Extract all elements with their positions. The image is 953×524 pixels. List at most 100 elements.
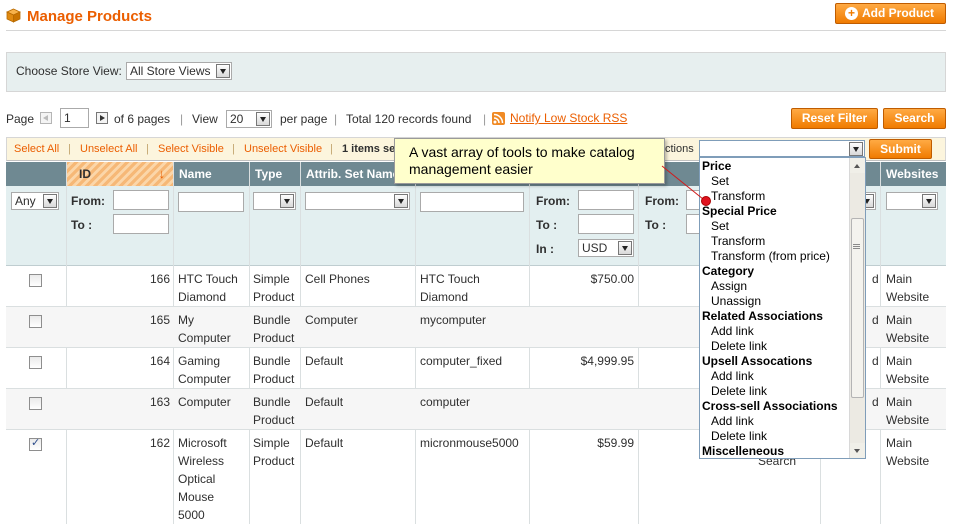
row-id: 163 xyxy=(149,395,170,409)
dropdown-group-label: Upsell Assocations xyxy=(702,354,813,368)
scroll-grip-icon xyxy=(853,244,860,245)
scroll-thumb[interactable] xyxy=(851,218,864,398)
callout-tooltip: A vast array of tools to make catalog ma… xyxy=(394,138,665,184)
row-website: Main Website xyxy=(886,436,930,468)
dropdown-option[interactable]: Delete link xyxy=(700,384,850,399)
row-id: 165 xyxy=(149,313,170,327)
type-filter-select[interactable] xyxy=(253,192,296,210)
store-view-value: All Store Views xyxy=(130,64,211,78)
row-id: 164 xyxy=(149,354,170,368)
price-to-input[interactable] xyxy=(578,214,634,234)
dropdown-option[interactable]: Assign xyxy=(700,279,850,294)
unselect-visible-link[interactable]: Unselect Visible xyxy=(244,143,322,155)
dropdown-option[interactable]: Set xyxy=(700,174,850,189)
attrib-filter-select[interactable] xyxy=(305,192,410,210)
id-to-input[interactable] xyxy=(113,214,169,234)
filter-any-select[interactable]: Any xyxy=(11,192,59,210)
callout-marker xyxy=(701,196,711,206)
chevron-down-icon xyxy=(922,194,936,208)
actions-dropdown-list[interactable]: Price Set Transform Special Price Set Transfo… xyxy=(699,157,866,459)
select-all-link[interactable]: Select All xyxy=(14,143,59,155)
column-header-websites[interactable]: Websites xyxy=(880,162,946,186)
dropdown-option[interactable]: Delete link xyxy=(700,339,850,354)
row-sku: computer_fixed xyxy=(420,354,503,368)
qty-from-label: From: xyxy=(645,194,679,208)
currency-select[interactable]: USD xyxy=(578,239,634,257)
per-page-select[interactable]: 20 xyxy=(226,110,272,128)
mass-separator: | xyxy=(68,143,71,155)
chevron-down-icon xyxy=(394,194,408,208)
notify-low-stock-link[interactable]: Notify Low Stock RSS xyxy=(510,111,627,125)
dropdown-option[interactable]: Delete link xyxy=(700,429,850,444)
search-button[interactable]: Search xyxy=(883,108,946,129)
qty-to-input[interactable] xyxy=(686,214,700,234)
pager-separator: | xyxy=(334,112,338,126)
column-header-name[interactable]: Name xyxy=(173,162,249,186)
submit-button[interactable]: Submit xyxy=(869,139,932,159)
row-checkbox[interactable] xyxy=(29,356,42,369)
row-attrib-set: Computer xyxy=(305,313,358,327)
name-filter-input[interactable] xyxy=(178,192,244,212)
add-product-button[interactable]: + Add Product xyxy=(835,3,946,24)
row-checkbox[interactable] xyxy=(29,397,42,410)
chevron-down-icon xyxy=(216,64,230,78)
chevron-down-icon xyxy=(618,241,632,255)
row-sku: mycomputer xyxy=(420,313,487,327)
row-checkbox[interactable] xyxy=(29,436,42,451)
filter-any-value: Any xyxy=(15,194,36,208)
dropdown-option[interactable]: Transform xyxy=(700,189,850,204)
page-title: Manage Products xyxy=(27,8,153,25)
page-label: Page xyxy=(6,112,35,126)
row-attrib-set: Default xyxy=(305,395,344,409)
per-page-value: 20 xyxy=(230,112,244,126)
row-checkbox[interactable] xyxy=(29,274,42,287)
price-from-input[interactable] xyxy=(578,190,634,210)
dropdown-option[interactable]: Transform (from price) xyxy=(700,249,850,264)
add-product-label: Add Product xyxy=(862,6,934,20)
unselect-all-link[interactable]: Unselect All xyxy=(80,143,137,155)
row-attrib-set: Default xyxy=(305,354,344,368)
total-records: Total 120 records found xyxy=(346,112,472,126)
row-attrib-set: Cell Phones xyxy=(305,272,370,286)
dropdown-group-label: Related Associations xyxy=(702,309,823,323)
column-header-attrib-set[interactable]: Attrib. Set Name xyxy=(300,162,395,186)
row-status: d xyxy=(872,354,879,368)
items-selected-count: 1 items sel xyxy=(342,143,398,155)
row-website: Main Website xyxy=(886,272,930,304)
store-view-select[interactable]: All Store Views xyxy=(126,62,232,80)
actions-select[interactable] xyxy=(699,140,865,157)
id-to-label: To : xyxy=(71,218,93,232)
row-website: Main Website xyxy=(886,313,930,345)
sort-down-icon: ↓ xyxy=(158,166,166,181)
row-sku: micronmouse5000 xyxy=(420,436,519,450)
column-header-id[interactable]: ID ↓ xyxy=(66,162,173,186)
row-attrib-set: Default xyxy=(305,436,344,450)
id-from-input[interactable] xyxy=(113,190,169,210)
select-visible-link[interactable]: Select Visible xyxy=(158,143,224,155)
dropdown-scrollbar[interactable] xyxy=(849,158,865,458)
row-checkbox[interactable] xyxy=(29,315,42,328)
websites-filter-select[interactable] xyxy=(886,192,938,210)
scroll-up-icon[interactable] xyxy=(850,158,865,173)
reset-filter-button[interactable]: Reset Filter xyxy=(791,108,878,129)
row-name: Computer xyxy=(178,395,231,409)
dropdown-option[interactable]: Transform xyxy=(700,234,850,249)
dropdown-option[interactable]: Add link xyxy=(700,369,850,384)
rss-icon xyxy=(492,112,505,125)
prev-page-button[interactable] xyxy=(40,112,52,124)
qty-from-input[interactable] xyxy=(686,190,700,210)
sku-filter-input[interactable] xyxy=(420,192,524,212)
dropdown-option[interactable]: Add link xyxy=(700,324,850,339)
row-website: Main Website xyxy=(886,354,930,386)
row-status: d xyxy=(872,395,879,409)
dropdown-option[interactable]: Add link xyxy=(700,414,850,429)
chevron-down-icon xyxy=(256,112,270,126)
dropdown-option[interactable]: Unassign xyxy=(700,294,850,309)
per-page-text: per page xyxy=(280,112,328,126)
column-header-type[interactable]: Type xyxy=(249,162,300,186)
row-name: My Computer xyxy=(178,313,231,345)
next-page-button[interactable] xyxy=(96,112,108,124)
page-input[interactable]: 1 xyxy=(60,108,89,128)
dropdown-option[interactable]: Set xyxy=(700,219,850,234)
scroll-down-icon[interactable] xyxy=(850,443,865,458)
